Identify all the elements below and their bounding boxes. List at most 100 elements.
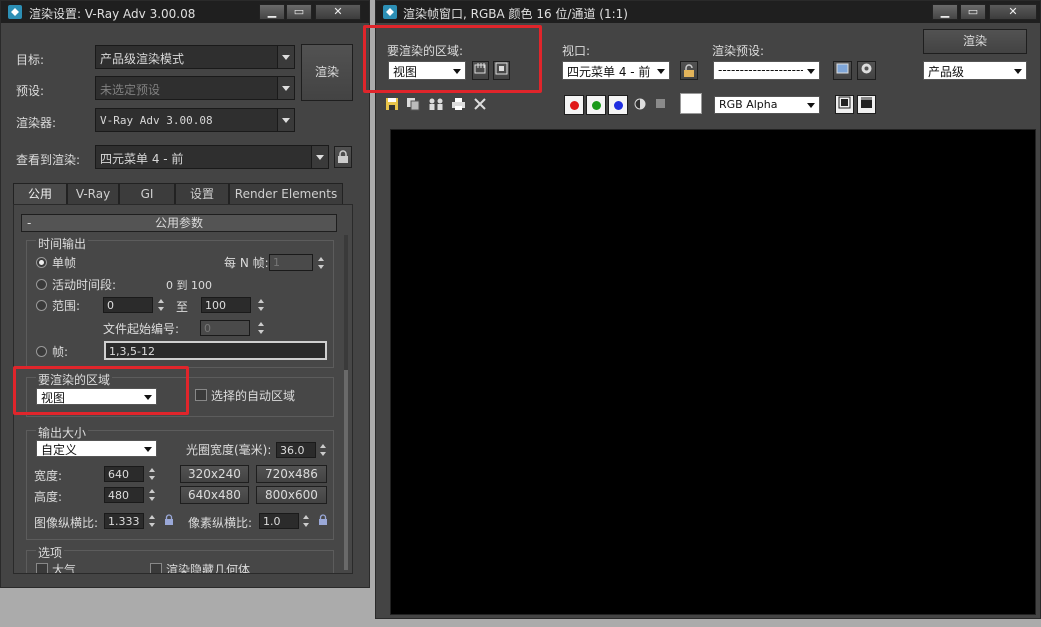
preset-800x600-button[interactable]: 800x600	[256, 486, 327, 504]
width-field[interactable]: 640	[104, 466, 144, 482]
save-image-icon[interactable]	[385, 97, 399, 114]
frames-field[interactable]: 1,3,5-12	[104, 341, 327, 360]
preset-dropdown[interactable]: 未选定预设	[95, 76, 295, 100]
tab-render-elements[interactable]: Render Elements	[229, 183, 343, 205]
print-icon[interactable]	[451, 97, 466, 114]
pixel-aspect-spinner[interactable]	[301, 513, 312, 529]
teapot-icon	[861, 63, 872, 74]
rollout-header[interactable]: - 公用参数	[21, 214, 337, 232]
tab-settings[interactable]: 设置	[175, 183, 229, 205]
highlight-area-right	[363, 25, 542, 93]
pixel-aspect-field[interactable]: 1.0	[259, 513, 299, 529]
target-dropdown[interactable]: 产品级渲染模式	[95, 45, 295, 69]
render-button[interactable]: 渲染	[301, 44, 353, 101]
blue-channel-button[interactable]	[608, 95, 628, 115]
image-aspect-field[interactable]: 1.333	[104, 513, 144, 529]
renderer-dropdown[interactable]: V-Ray Adv 3.00.08	[95, 108, 295, 132]
render-setup-window: 渲染设置: V-Ray Adv 3.00.08 ▁ ▭ ✕ 目标: 产品级渲染模…	[0, 0, 370, 588]
green-channel-icon	[592, 101, 601, 110]
minimize-icon[interactable]: ▁	[259, 4, 285, 20]
clear-icon[interactable]	[473, 97, 487, 114]
viewport-dropdown[interactable]: 四元菜单 4 - 前	[562, 61, 670, 80]
render-setup-titlebar[interactable]: 渲染设置: V-Ray Adv 3.00.08 ▁ ▭ ✕	[1, 1, 369, 23]
hidden-geometry-checkbox[interactable]	[150, 563, 162, 573]
auto-region-checkbox[interactable]	[195, 389, 207, 401]
every-n-label: 每 N 帧:	[224, 256, 269, 270]
width-spinner[interactable]	[147, 466, 158, 482]
copy-image-icon[interactable]	[406, 97, 420, 114]
view-to-render-dropdown[interactable]: 四元菜单 4 - 前	[95, 145, 329, 169]
preset-640x480-button[interactable]: 640x480	[180, 486, 249, 504]
render-setup-title: 渲染设置: V-Ray Adv 3.00.08	[29, 7, 196, 21]
lock-view-button[interactable]	[334, 146, 352, 168]
lock-viewport-button[interactable]	[680, 61, 698, 80]
red-channel-button[interactable]	[564, 95, 584, 115]
range-to-spinner[interactable]	[256, 297, 267, 313]
range-to-field[interactable]: 100	[201, 297, 251, 313]
hidden-geometry-label: 渲染隐藏几何体	[166, 563, 251, 574]
tab-gi[interactable]: GI	[119, 183, 175, 205]
range-from-spinner[interactable]	[156, 297, 167, 313]
pixel-aspect-lock-icon[interactable]	[318, 514, 328, 529]
image-aspect-lock-icon[interactable]	[164, 514, 174, 529]
panel-scrollbar[interactable]	[344, 235, 348, 570]
quality-dropdown[interactable]: 产品级	[923, 61, 1027, 80]
active-segment-radio[interactable]	[36, 279, 47, 290]
color-swatch[interactable]	[680, 93, 702, 114]
frame-render-button[interactable]: 渲染	[923, 29, 1027, 54]
3dsmax-app-icon	[8, 5, 22, 19]
tab-common[interactable]: 公用	[13, 183, 67, 205]
channel-dropdown[interactable]: RGB Alpha	[714, 96, 820, 114]
range-from-field[interactable]: 0	[103, 297, 153, 313]
preset-320x240-button[interactable]: 320x240	[180, 465, 249, 483]
lock-icon	[338, 150, 348, 163]
active-range-text: 0 到 100	[166, 279, 212, 292]
range-radio[interactable]	[36, 300, 47, 311]
range-label: 范围:	[52, 299, 81, 313]
3dsmax-frame-icon	[383, 5, 397, 19]
alpha-channel-icon[interactable]	[634, 98, 646, 113]
image-aspect-label: 图像纵横比:	[34, 516, 99, 530]
frames-label: 帧:	[52, 345, 69, 359]
output-size-preset-dropdown[interactable]: 自定义	[36, 440, 157, 457]
renderer-label: 渲染器:	[16, 116, 57, 130]
preset-label: 预设:	[16, 84, 45, 98]
green-channel-button[interactable]	[586, 95, 606, 115]
render-setup-button[interactable]	[857, 61, 876, 80]
clone-window-icon[interactable]	[428, 97, 444, 114]
display-toggle-button-1[interactable]	[835, 95, 854, 114]
view-to-render-label: 查看到渲染:	[16, 153, 81, 167]
height-spinner[interactable]	[147, 487, 158, 503]
frames-radio[interactable]	[36, 346, 47, 357]
range-to-label: 至	[176, 300, 189, 314]
frame-window-titlebar[interactable]: 渲染帧窗口, RGBA 颜色 16 位/通道 (1:1) ▁ ▭ ✕	[376, 1, 1040, 23]
single-frame-radio[interactable]	[36, 257, 47, 268]
maximize-icon[interactable]: ▭	[286, 4, 312, 20]
frame-maximize-icon[interactable]: ▭	[960, 4, 986, 20]
display-channel-icon	[838, 96, 851, 109]
frame-minimize-icon[interactable]: ▁	[932, 4, 958, 20]
every-n-field[interactable]: 1	[269, 254, 313, 271]
preset-720x486-button[interactable]: 720x486	[256, 465, 327, 483]
atmosphere-label: 大气	[52, 563, 77, 574]
height-field[interactable]: 480	[104, 487, 144, 503]
monochrome-icon[interactable]	[656, 99, 665, 108]
every-n-spinner[interactable]	[316, 255, 327, 271]
frame-close-icon[interactable]: ✕	[989, 4, 1037, 20]
image-aspect-spinner[interactable]	[147, 513, 158, 529]
frame-window-title: 渲染帧窗口, RGBA 颜色 16 位/通道 (1:1)	[403, 7, 628, 21]
aperture-field[interactable]: 36.0	[276, 442, 316, 458]
atmosphere-checkbox[interactable]	[36, 563, 48, 573]
file-start-spinner[interactable]	[256, 320, 267, 336]
active-segment-label: 活动时间段:	[52, 278, 117, 292]
environment-button[interactable]	[833, 61, 852, 80]
height-label: 高度:	[34, 490, 63, 504]
close-icon[interactable]: ✕	[315, 4, 361, 20]
render-preset-dropdown[interactable]: --------------------	[713, 61, 820, 80]
display-toggle-button-2[interactable]	[857, 95, 876, 114]
auto-region-label: 选择的自动区域	[211, 389, 296, 403]
file-start-field[interactable]: 0	[200, 320, 250, 336]
aperture-spinner[interactable]	[318, 442, 329, 458]
tab-vray[interactable]: V-Ray	[67, 183, 119, 205]
single-frame-label: 单帧	[52, 256, 77, 270]
